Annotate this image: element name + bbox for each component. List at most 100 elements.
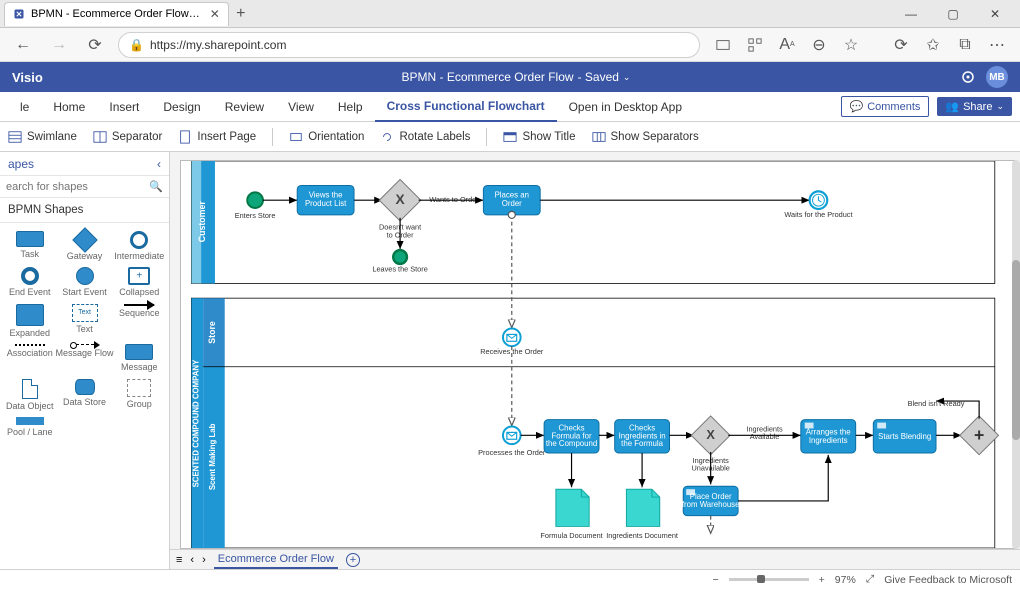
- tab-review[interactable]: Review: [213, 92, 276, 122]
- chevron-down-icon[interactable]: ⌄: [623, 72, 631, 83]
- show-title-button[interactable]: Show Title: [503, 130, 575, 144]
- close-tab-icon[interactable]: ✕: [210, 7, 220, 21]
- collections-icon[interactable]: ⧉: [952, 32, 978, 58]
- next-page-icon[interactable]: ›: [202, 554, 206, 566]
- tab-home[interactable]: Home: [41, 92, 97, 122]
- tab-file[interactable]: le: [8, 92, 41, 122]
- zoom-in-icon[interactable]: +: [819, 574, 825, 586]
- title-icon: [503, 130, 517, 144]
- tab-help[interactable]: Help: [326, 92, 375, 122]
- gateway-ingredients[interactable]: X: [691, 416, 730, 455]
- window-maximize[interactable]: ▢: [932, 0, 974, 28]
- shape-start-event[interactable]: Start Event: [55, 265, 113, 299]
- ribbon-tabs: le Home Insert Design Review View Help C…: [0, 92, 1020, 122]
- shape-group[interactable]: Group: [114, 377, 165, 413]
- shapes-panel: apes ‹ 🔍 BPMN Shapes Task Gateway Interm…: [0, 152, 170, 569]
- shape-intermediate[interactable]: Intermediate: [114, 229, 165, 263]
- svg-text:Views theProduct List: Views theProduct List: [305, 190, 347, 208]
- gateway-parallel[interactable]: +: [960, 416, 999, 455]
- swimlane-icon: [8, 130, 22, 144]
- data-formula-doc[interactable]: [556, 489, 589, 526]
- tab-title: BPMN - Ecommerce Order Flow…: [31, 8, 200, 20]
- comments-button[interactable]: 💬 Comments: [841, 96, 930, 117]
- fit-icon[interactable]: ⤢: [866, 573, 874, 586]
- shape-pool-lane[interactable]: Pool / Lane: [4, 415, 55, 439]
- favorites-icon[interactable]: ☆: [838, 32, 864, 58]
- event-processes-order[interactable]: [503, 427, 521, 445]
- add-favorite-icon[interactable]: ✩: [920, 32, 946, 58]
- reading-view-icon[interactable]: [710, 32, 736, 58]
- svg-text:IngredientsAvailable: IngredientsAvailable: [746, 424, 783, 441]
- diagram-canvas[interactable]: Customer SCENTED COMPOUND COMPANY Store …: [180, 160, 1016, 549]
- separators-icon: [592, 130, 606, 144]
- shape-collapsed[interactable]: Collapsed: [114, 265, 165, 299]
- browser-tab[interactable]: BPMN - Ecommerce Order Flow… ✕: [4, 2, 229, 26]
- start-event[interactable]: [247, 192, 263, 208]
- tab-view[interactable]: View: [276, 92, 326, 122]
- shape-message-flow[interactable]: Message Flow: [55, 342, 113, 374]
- swimlane-button[interactable]: Swimlane: [8, 130, 77, 144]
- zoom-slider[interactable]: [729, 578, 809, 581]
- add-page-icon[interactable]: +: [346, 553, 360, 567]
- tab-insert[interactable]: Insert: [97, 92, 151, 122]
- shapes-category[interactable]: BPMN Shapes: [0, 198, 169, 223]
- page-icon: [178, 130, 192, 144]
- nav-back-icon[interactable]: ←: [10, 32, 36, 58]
- separator-button[interactable]: Separator: [93, 130, 163, 144]
- orientation-button[interactable]: Orientation: [289, 130, 364, 144]
- zoom-out-icon[interactable]: −: [712, 574, 718, 586]
- tab-cross-functional[interactable]: Cross Functional Flowchart: [375, 92, 557, 122]
- rotate-labels-button[interactable]: Rotate Labels: [380, 130, 470, 144]
- shape-data-object[interactable]: Data Object: [4, 377, 55, 413]
- scrollbar-vertical[interactable]: [1012, 160, 1020, 549]
- window-close[interactable]: ✕: [974, 0, 1016, 28]
- new-tab-button[interactable]: +: [229, 5, 253, 23]
- collapse-icon[interactable]: ‹: [157, 157, 161, 171]
- insert-page-button[interactable]: Insert Page: [178, 130, 256, 144]
- data-ingredients-doc[interactable]: [626, 489, 659, 526]
- shape-expanded[interactable]: Expanded: [4, 302, 55, 340]
- svg-text:Store: Store: [207, 321, 217, 344]
- svg-text:Customer: Customer: [197, 201, 207, 243]
- window-minimize[interactable]: —: [890, 0, 932, 28]
- more-icon[interactable]: ⋯: [984, 32, 1010, 58]
- save-state: - Saved: [578, 70, 619, 84]
- gateway-order-decision[interactable]: X: [379, 179, 421, 221]
- shape-sequence[interactable]: Sequence: [114, 302, 165, 340]
- shapes-search-input[interactable]: [6, 181, 149, 193]
- shape-task[interactable]: Task: [4, 229, 55, 263]
- extension-icon[interactable]: ⟳: [888, 32, 914, 58]
- open-desktop-link[interactable]: Open in Desktop App: [557, 92, 694, 122]
- qr-icon[interactable]: [742, 32, 768, 58]
- nav-forward-icon[interactable]: →: [46, 32, 72, 58]
- avatar[interactable]: MB: [986, 66, 1008, 88]
- list-icon[interactable]: ≡: [176, 554, 182, 566]
- svg-text:SCENTED COMPOUND COMPANY: SCENTED COMPOUND COMPANY: [191, 359, 200, 487]
- shape-message[interactable]: Message: [114, 342, 165, 374]
- page-tab-active[interactable]: Ecommerce Order Flow: [214, 551, 338, 569]
- svg-text:Ingredients Document: Ingredients Document: [606, 531, 678, 540]
- shape-association[interactable]: Association: [4, 342, 55, 374]
- prev-page-icon[interactable]: ‹: [190, 554, 194, 566]
- shape-data-store[interactable]: Data Store: [55, 377, 113, 413]
- search-icon[interactable]: 🔍: [149, 180, 163, 193]
- text-size-icon[interactable]: AA: [774, 32, 800, 58]
- shape-gateway[interactable]: Gateway: [55, 229, 113, 263]
- event-receives-order[interactable]: [503, 329, 521, 347]
- event-wait[interactable]: [810, 191, 828, 209]
- tab-design[interactable]: Design: [151, 92, 212, 122]
- share-button[interactable]: 👥 Share ⌄: [937, 97, 1012, 116]
- search-icon[interactable]: ⊖: [806, 32, 832, 58]
- doc-title: BPMN - Ecommerce Order Flow: [402, 70, 574, 84]
- svg-text:Enters Store: Enters Store: [235, 211, 276, 220]
- shape-end-event[interactable]: End Event: [4, 265, 55, 299]
- address-bar[interactable]: 🔒 https://my.sharepoint.com: [118, 32, 700, 58]
- feedback-link[interactable]: Give Feedback to Microsoft: [884, 574, 1012, 586]
- separator-icon: [93, 130, 107, 144]
- refresh-icon[interactable]: ⟳: [82, 32, 108, 58]
- shape-text[interactable]: TextText: [55, 302, 113, 340]
- gear-icon[interactable]: [960, 69, 976, 85]
- show-separators-button[interactable]: Show Separators: [592, 130, 699, 144]
- comment-icon: 💬: [850, 100, 864, 113]
- svg-text:X: X: [396, 192, 406, 207]
